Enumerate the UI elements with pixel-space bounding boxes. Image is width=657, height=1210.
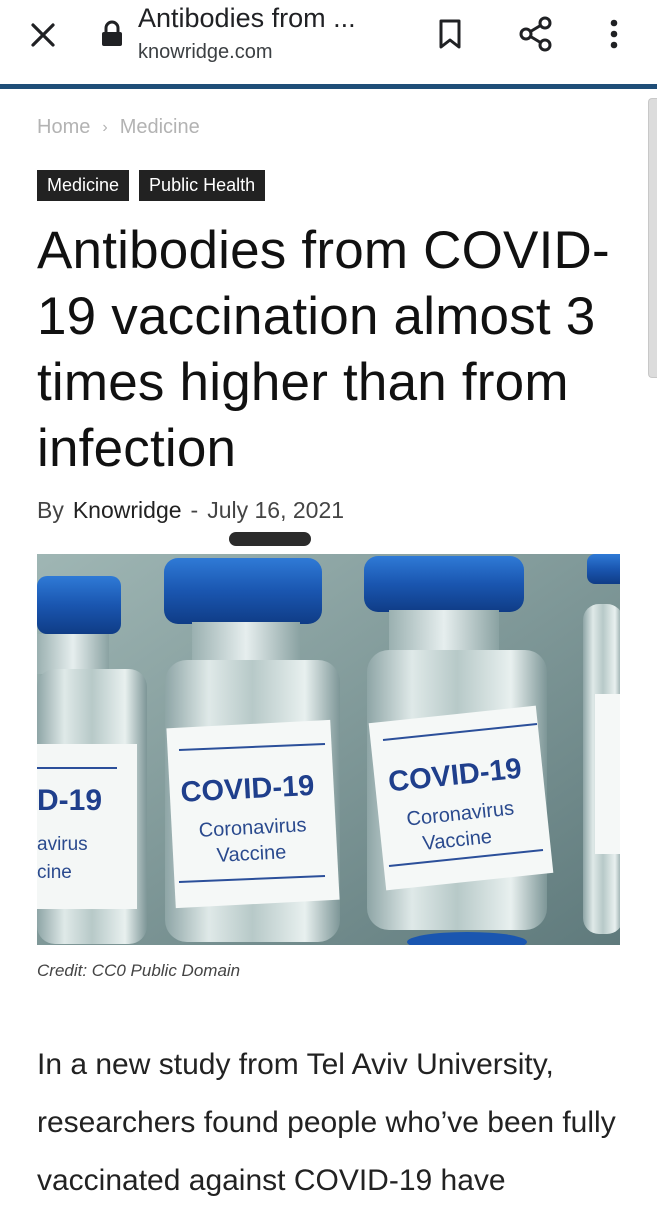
tag-medicine[interactable]: Medicine (37, 170, 130, 201)
breadcrumb: Home › Medicine (37, 116, 200, 139)
byline-prefix: By (37, 497, 64, 523)
more-vert-icon (610, 19, 618, 49)
scrollbar[interactable] (648, 98, 657, 378)
close-icon (31, 23, 55, 47)
tag-public-health[interactable]: Public Health (139, 170, 266, 201)
publish-date: July 16, 2021 (207, 497, 345, 523)
page-title[interactable]: Antibodies from ... (138, 3, 418, 34)
article-body-intro: In a new study from Tel Aviv University,… (37, 1048, 616, 1197)
share-button[interactable] (514, 12, 558, 56)
lock-icon (100, 20, 124, 48)
browser-toolbar: Antibodies from ... knowridge.com (0, 0, 657, 86)
article-image: D-19 avirus cine COVID-19 Coronavirus Va… (37, 554, 620, 945)
bookmark-button[interactable] (430, 12, 470, 56)
bookmark-icon (439, 19, 461, 49)
share-icon (519, 16, 552, 52)
vial-left-sub1: avirus (37, 834, 88, 855)
url-text[interactable]: knowridge.com (138, 41, 273, 64)
vial-left-sub2: cine (37, 862, 72, 883)
vial-middle-sub2: Vaccine (216, 841, 287, 867)
breadcrumb-home-link[interactable]: Home (37, 116, 90, 139)
vial-left-label: D-19 (37, 784, 102, 817)
category-tags: Medicine Public Health (37, 170, 266, 201)
breadcrumb-category-link[interactable]: Medicine (120, 116, 200, 139)
breadcrumb-separator: › (102, 118, 108, 136)
redaction-mark (229, 532, 311, 546)
byline: By Knowridge - July 16, 2021 (37, 497, 344, 524)
byline-dash: - (190, 497, 199, 523)
more-options-button[interactable] (596, 12, 632, 56)
image-caption: Credit: CC0 Public Domain (37, 961, 241, 980)
toolbar-divider (0, 84, 657, 89)
close-button[interactable] (22, 14, 64, 56)
author-link[interactable]: Knowridge (73, 497, 182, 524)
article-headline: Antibodies from COVID-19 vaccination alm… (37, 221, 610, 478)
